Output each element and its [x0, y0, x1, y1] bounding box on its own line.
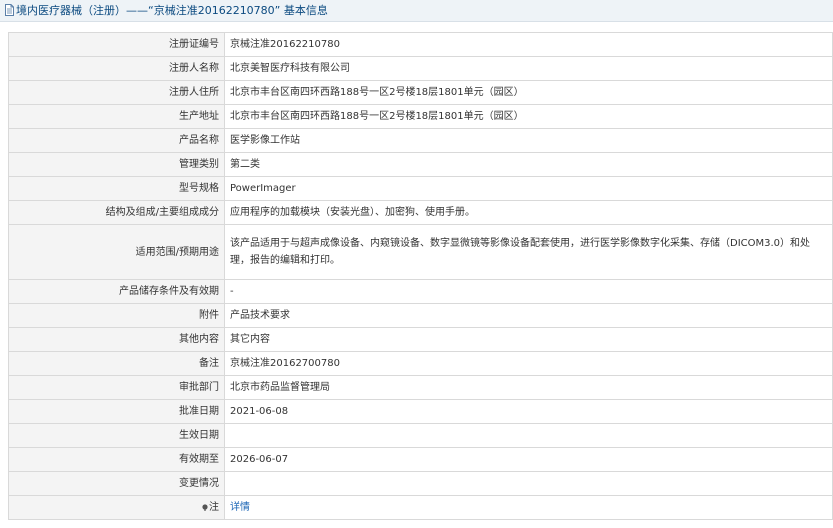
- row-value: [224, 471, 833, 496]
- row-label: 批准日期: [8, 399, 225, 424]
- info-table: 注册证编号 京械注准20162210780 注册人名称 北京美智医疗科技有限公司…: [8, 32, 833, 520]
- table-row: 注册证编号 京械注准20162210780: [8, 32, 833, 57]
- row-value: 京械注准20162210780: [224, 32, 833, 57]
- row-label: 结构及组成/主要组成成分: [8, 200, 225, 225]
- table-row: 生产地址 北京市丰台区南四环西路188号一区2号楼18层1801单元（园区）: [8, 104, 833, 129]
- row-value: -: [224, 279, 833, 304]
- row-label: 产品储存条件及有效期: [8, 279, 225, 304]
- row-label: 附件: [8, 303, 225, 328]
- row-label: 备注: [8, 351, 225, 376]
- table-row: 适用范围/预期用途 该产品适用于与超声成像设备、内窥镜设备、数字显微镜等影像设备…: [8, 224, 833, 280]
- table-row: 其他内容 其它内容: [8, 327, 833, 352]
- table-row: 批准日期 2021-06-08: [8, 399, 833, 424]
- row-value: 2021-06-08: [224, 399, 833, 424]
- page-title: 境内医疗器械（注册）——“京械注准20162210780” 基本信息: [16, 4, 328, 17]
- row-value: 应用程序的加载模块（安装光盘）、加密狗、使用手册。: [224, 200, 833, 225]
- note-row: 注 详情: [8, 495, 833, 520]
- table-row: 管理类别 第二类: [8, 152, 833, 177]
- row-label: 型号规格: [8, 176, 225, 201]
- row-value: 北京市丰台区南四环西路188号一区2号楼18层1801单元（园区）: [224, 104, 833, 129]
- note-icon: [202, 504, 208, 511]
- row-label: 注册人住所: [8, 80, 225, 105]
- row-label: 管理类别: [8, 152, 225, 177]
- row-label: 审批部门: [8, 375, 225, 400]
- row-label: 产品名称: [8, 128, 225, 153]
- table-row: 变更情况: [8, 471, 833, 496]
- row-value: 北京美智医疗科技有限公司: [224, 56, 833, 81]
- table-row: 注册人名称 北京美智医疗科技有限公司: [8, 56, 833, 81]
- row-label: 变更情况: [8, 471, 225, 496]
- table-row: 审批部门 北京市药品监督管理局: [8, 375, 833, 400]
- table-row: 结构及组成/主要组成成分 应用程序的加载模块（安装光盘）、加密狗、使用手册。: [8, 200, 833, 225]
- row-label: 生效日期: [8, 423, 225, 448]
- row-value: 医学影像工作站: [224, 128, 833, 153]
- row-label: 生产地址: [8, 104, 225, 129]
- table-row: 附件 产品技术要求: [8, 303, 833, 328]
- row-value: 该产品适用于与超声成像设备、内窥镜设备、数字显微镜等影像设备配套使用，进行医学影…: [224, 224, 833, 280]
- row-label: 其他内容: [8, 327, 225, 352]
- row-value: 其它内容: [224, 327, 833, 352]
- row-value: 2026-06-07: [224, 447, 833, 472]
- row-value: 北京市丰台区南四环西路188号一区2号楼18层1801单元（园区）: [224, 80, 833, 105]
- row-value: 产品技术要求: [224, 303, 833, 328]
- row-label: 有效期至: [8, 447, 225, 472]
- note-label: 注: [209, 502, 219, 513]
- row-value: 北京市药品监督管理局: [224, 375, 833, 400]
- table-row: 型号规格 PowerImager: [8, 176, 833, 201]
- table-row: 有效期至 2026-06-07: [8, 447, 833, 472]
- row-label: 注册人名称: [8, 56, 225, 81]
- row-value: 第二类: [224, 152, 833, 177]
- row-value: [224, 423, 833, 448]
- table-row: 备注 京械注准20162700780: [8, 351, 833, 376]
- table-row: 产品名称 医学影像工作站: [8, 128, 833, 153]
- document-icon: [5, 4, 14, 16]
- note-value-cell: 详情: [224, 495, 833, 520]
- row-value: PowerImager: [224, 176, 833, 201]
- table-row: 产品储存条件及有效期 -: [8, 279, 833, 304]
- row-value: 京械注准20162700780: [224, 351, 833, 376]
- page-header: 境内医疗器械（注册）——“京械注准20162210780” 基本信息: [0, 0, 833, 22]
- row-label: 适用范围/预期用途: [8, 224, 225, 280]
- table-row: 生效日期: [8, 423, 833, 448]
- table-row: 注册人住所 北京市丰台区南四环西路188号一区2号楼18层1801单元（园区）: [8, 80, 833, 105]
- row-label: 注册证编号: [8, 32, 225, 57]
- note-label-cell: 注: [8, 495, 225, 520]
- detail-link[interactable]: 详情: [230, 502, 250, 513]
